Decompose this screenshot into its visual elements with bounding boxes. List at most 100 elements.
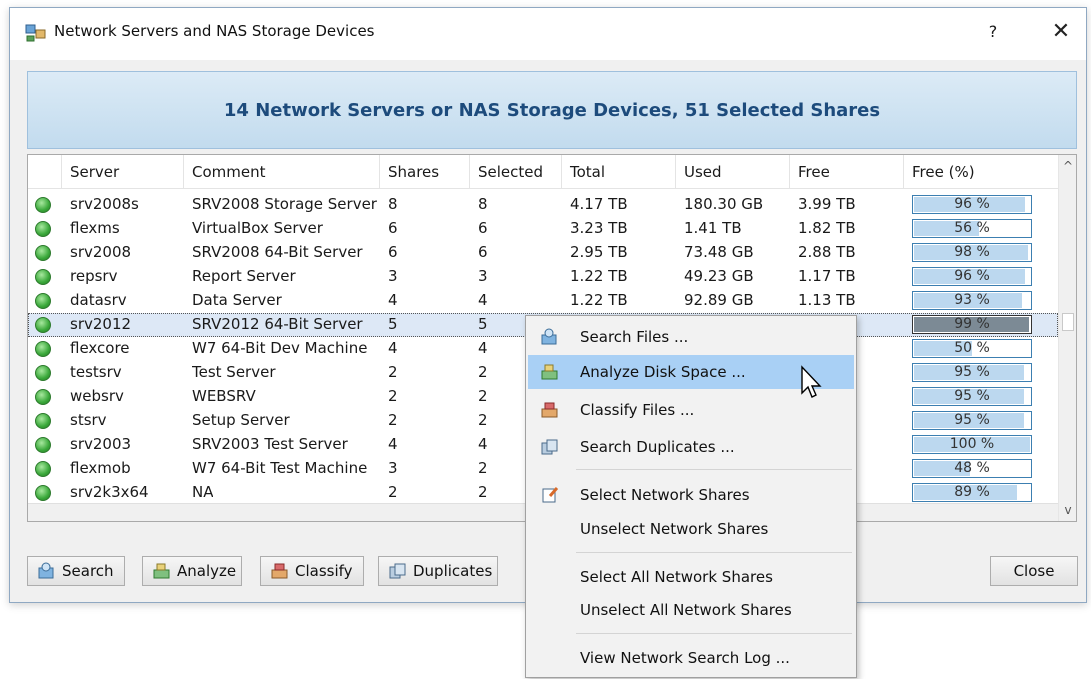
status-online-icon <box>35 293 51 309</box>
cell-used: 92.89 GB <box>684 291 754 309</box>
classify-icon <box>271 563 288 579</box>
duplicates-button[interactable]: Duplicates <box>378 556 498 586</box>
cell-shares: 2 <box>388 387 398 405</box>
close-button[interactable]: Close <box>990 556 1078 586</box>
cell-used: 180.30 GB <box>684 195 764 213</box>
menu-item-unselect-all-network-shares[interactable]: Unselect All Network Shares <box>528 593 854 627</box>
free-percent-bar: 100 % <box>912 435 1032 454</box>
free-percent-bar: 48 % <box>912 459 1032 478</box>
cell-server: flexms <box>70 219 120 237</box>
cell-comment: Data Server <box>192 291 282 309</box>
free-percent-label: 98 % <box>954 244 990 260</box>
free-percent-bar: 95 % <box>912 363 1032 382</box>
cell-comment: NA <box>192 483 214 501</box>
cell-selected: 2 <box>478 387 488 405</box>
cell-shares: 2 <box>388 411 398 429</box>
cell-total: 4.17 TB <box>570 195 628 213</box>
cell-shares: 5 <box>388 315 398 333</box>
free-percent-bar: 98 % <box>912 243 1032 262</box>
cell-shares: 2 <box>388 363 398 381</box>
cell-free: 3.99 TB <box>798 195 856 213</box>
table-row[interactable]: datasrv Data Server 4 4 1.22 TB 92.89 GB 1.13 … <box>28 289 1058 313</box>
menu-item-label: Classify Files ... <box>580 401 695 419</box>
table-row[interactable]: srv2008s SRV2008 Storage Server 8 8 4.17 TB 1… <box>28 193 1058 217</box>
select-shares-icon <box>542 487 559 503</box>
status-online-icon <box>35 221 51 237</box>
menu-item-unselect-network-shares[interactable]: Unselect Network Shares <box>528 512 854 546</box>
search-button[interactable]: Search <box>27 556 125 586</box>
analyze-button[interactable]: Analyze <box>142 556 242 586</box>
scroll-thumb[interactable] <box>1062 313 1074 331</box>
search-duplicates-icon <box>541 439 558 455</box>
scroll-up-icon[interactable]: ^ <box>1059 155 1076 177</box>
cell-comment: SRV2012 64-Bit Server <box>192 315 363 333</box>
vertical-scrollbar[interactable]: ^ v <box>1058 155 1076 521</box>
menu-item-search-files[interactable]: Search Files ... <box>528 320 854 354</box>
cell-selected: 2 <box>478 459 488 477</box>
cell-server: srv2012 <box>70 315 132 333</box>
column-header-server[interactable]: Server <box>62 155 184 189</box>
cell-total: 1.22 TB <box>570 291 628 309</box>
column-header-free[interactable]: Free <box>790 155 904 189</box>
cell-selected: 4 <box>478 291 488 309</box>
scroll-down-icon[interactable]: v <box>1059 499 1076 521</box>
search-icon <box>38 562 54 579</box>
table-row[interactable]: repsrv Report Server 3 3 1.22 TB 49.23 GB 1.17… <box>28 265 1058 289</box>
free-percent-label: 56 % <box>954 220 990 236</box>
menu-item-search-duplicates[interactable]: Search Duplicates ... <box>528 430 854 464</box>
help-button[interactable]: ? <box>982 18 1004 46</box>
table-header: Server Comment Shares Selected Total Use… <box>28 155 1058 189</box>
column-header-total[interactable]: Total <box>562 155 676 189</box>
classify-button[interactable]: Classify <box>260 556 364 586</box>
table-row[interactable]: flexms VirtualBox Server 6 6 3.23 TB 1.41 TB 1… <box>28 217 1058 241</box>
cell-server: flexmob <box>70 459 131 477</box>
search-files-icon <box>541 328 557 345</box>
network-servers-icon <box>25 24 46 42</box>
cell-selected: 4 <box>478 339 488 357</box>
cell-server: datasrv <box>70 291 127 309</box>
column-header-status[interactable] <box>28 155 62 189</box>
column-header-shares[interactable]: Shares <box>380 155 470 189</box>
free-percent-label: 95 % <box>954 412 990 428</box>
close-window-button[interactable]: ✕ <box>1046 18 1076 46</box>
analyze-button-label: Analyze <box>177 562 237 580</box>
free-percent-bar: 95 % <box>912 387 1032 406</box>
menu-item-label: Unselect All Network Shares <box>580 601 792 619</box>
column-header-comment[interactable]: Comment <box>184 155 380 189</box>
free-percent-label: 93 % <box>954 292 990 308</box>
menu-separator <box>576 469 852 470</box>
cell-total: 1.22 TB <box>570 267 628 285</box>
menu-item-view-network-search-log[interactable]: View Network Search Log ... <box>528 641 854 675</box>
cell-free: 1.82 TB <box>798 219 856 237</box>
menu-item-select-network-shares[interactable]: Select Network Shares <box>528 478 854 512</box>
column-header-selected[interactable]: Selected <box>470 155 562 189</box>
cell-comment: WEBSRV <box>192 387 256 405</box>
table-row[interactable]: srv2008 SRV2008 64-Bit Server 6 6 2.95 TB 73.… <box>28 241 1058 265</box>
menu-separator <box>576 633 852 634</box>
menu-item-label: Select All Network Shares <box>580 568 773 586</box>
column-header-free-percent[interactable]: Free (%) <box>904 155 1058 189</box>
cell-selected: 3 <box>478 267 488 285</box>
cell-comment: SRV2008 64-Bit Server <box>192 243 363 261</box>
status-online-icon <box>35 269 51 285</box>
status-online-icon <box>35 461 51 477</box>
duplicates-button-label: Duplicates <box>413 562 493 580</box>
cell-selected: 6 <box>478 243 488 261</box>
status-online-icon <box>35 485 51 501</box>
status-online-icon <box>35 437 51 453</box>
status-online-icon <box>35 197 51 213</box>
cell-shares: 8 <box>388 195 398 213</box>
cell-used: 73.48 GB <box>684 243 754 261</box>
menu-item-select-all-network-shares[interactable]: Select All Network Shares <box>528 560 854 594</box>
cell-used: 49.23 GB <box>684 267 754 285</box>
free-percent-label: 48 % <box>954 460 990 476</box>
cell-comment: Setup Server <box>192 411 290 429</box>
cell-shares: 6 <box>388 219 398 237</box>
column-header-used[interactable]: Used <box>676 155 790 189</box>
free-percent-bar: 89 % <box>912 483 1032 502</box>
free-percent-bar: 56 % <box>912 219 1032 238</box>
status-online-icon <box>35 317 51 333</box>
free-percent-label: 89 % <box>954 484 990 500</box>
cell-selected: 5 <box>478 315 488 333</box>
status-online-icon <box>35 341 51 357</box>
